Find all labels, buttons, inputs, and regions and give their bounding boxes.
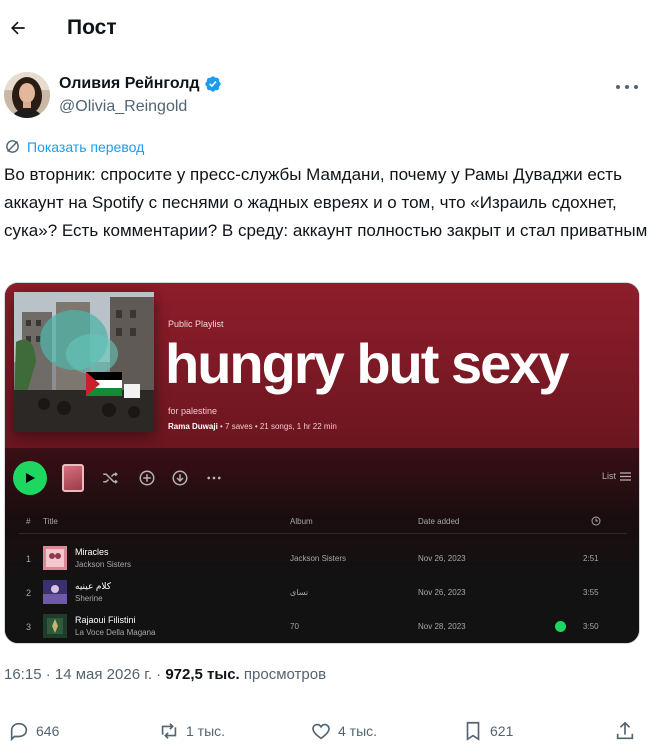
track-artist[interactable]: La Voce Della Magana [75, 628, 156, 637]
track-album[interactable]: Jackson Sisters [290, 554, 346, 563]
author-handle[interactable]: @Olivia_Reingold [59, 98, 187, 116]
more-dot [625, 85, 629, 89]
track-title: Rajaoui Filistini [75, 615, 136, 625]
playlist-title: hungry but sexy [165, 332, 570, 395]
track-artist[interactable]: Sherine [75, 594, 103, 603]
like-count: 4 тыс. [338, 723, 378, 739]
column-title: Title [43, 517, 58, 526]
author-name[interactable]: Оливия Рейнголд [59, 75, 200, 93]
share-button[interactable] [614, 720, 636, 742]
track-title: Miracles [75, 547, 109, 557]
saved-check-icon[interactable] [555, 621, 566, 632]
arrow-left-icon [11, 21, 25, 35]
heart-icon [312, 723, 330, 740]
verified-badge-icon [204, 76, 221, 92]
clock-icon [591, 516, 601, 526]
shuffle-icon[interactable] [101, 469, 119, 487]
more-options-button[interactable] [616, 80, 638, 94]
page-title: Пост [67, 16, 117, 39]
track-title: كلام عينيه [75, 581, 112, 591]
tweet-media[interactable]: Public Playlist hungry but sexy for pale… [4, 282, 640, 644]
tweet-text: Во вторник: спросите у пресс-службы Мамд… [4, 165, 648, 240]
playlist-controls: List [13, 461, 633, 497]
tweet-timestamp-row: 16:15 · 14 мая 2026 г. · 972,5 тыс. прос… [4, 666, 326, 683]
reply-button[interactable]: 646 [8, 720, 59, 742]
column-date-added: Date added [418, 517, 460, 526]
track-number: 1 [26, 554, 32, 564]
track-artist[interactable]: Jackson Sisters [75, 560, 131, 569]
playlist-meta: Rama Duwaji • 7 saves • 21 songs, 1 hr 2… [168, 422, 337, 431]
track-duration: 3:50 [583, 622, 599, 631]
list-icon [620, 471, 631, 481]
reply-count: 646 [36, 723, 60, 739]
more-dot [634, 85, 638, 89]
track-date-added: Nov 28, 2023 [418, 622, 466, 631]
list-view-toggle[interactable]: List [602, 471, 631, 481]
track-artwork [43, 546, 67, 570]
tweet-actions: 646 1 тыс. 4 тыс. 621 [0, 716, 658, 750]
play-button[interactable] [13, 461, 47, 495]
track-row[interactable]: 2 كلام عينيه Sherine نساى Nov 26, 2023 3… [5, 577, 639, 609]
reply-icon [10, 722, 28, 742]
track-artwork [43, 614, 67, 638]
top-bar: Пост [0, 0, 658, 58]
track-artwork [43, 580, 67, 604]
translate-icon [6, 140, 19, 153]
column-album: Album [290, 517, 313, 526]
show-translation-label: Показать перевод [27, 138, 145, 155]
playlist-description: for palestine [168, 406, 218, 416]
back-button[interactable] [4, 14, 32, 42]
track-table-header: # Title Album Date added [5, 513, 639, 531]
track-number: 3 [26, 622, 32, 632]
add-icon[interactable] [138, 469, 156, 487]
more-dot [616, 85, 620, 89]
avatar[interactable] [4, 72, 50, 118]
bookmark-count: 621 [490, 723, 514, 739]
repost-icon [161, 723, 177, 739]
like-button[interactable]: 4 тыс. [310, 720, 377, 742]
author-name-row: Оливия Рейнголд [59, 75, 222, 93]
author-row: Оливия Рейнголд @Olivia_Reingold [4, 72, 654, 120]
download-icon[interactable] [171, 469, 189, 487]
track-number: 2 [26, 588, 32, 598]
track-album[interactable]: 70 [290, 622, 299, 631]
track-row[interactable]: 3 Rajaoui Filistini La Voce Della Magana… [5, 611, 639, 643]
column-number: # [26, 517, 31, 526]
share-icon [616, 721, 634, 740]
view-count: 972,5 тыс. [165, 666, 240, 683]
track-date-added: Nov 26, 2023 [418, 554, 466, 563]
repost-button[interactable]: 1 тыс. [158, 720, 225, 742]
playlist-owner: Rama Duwaji [168, 422, 218, 431]
views-label: просмотров [239, 666, 327, 683]
playlist-type: Public Playlist [168, 319, 224, 329]
bookmark-button[interactable]: 621 [462, 720, 513, 742]
track-album[interactable]: نساى [290, 588, 308, 597]
track-row[interactable]: 1 Miracles Jackson Sisters Jackson Siste… [5, 543, 639, 575]
bookmark-icon [466, 721, 480, 741]
more-options-icon[interactable] [205, 469, 223, 487]
play-icon [26, 473, 35, 483]
tweet-timestamp[interactable]: 16:15 · 14 мая 2026 г. · [4, 666, 165, 683]
playlist-stats: • 7 saves • 21 songs, 1 hr 22 min [217, 422, 337, 431]
list-view-label: List [601, 471, 616, 481]
track-date-added: Nov 26, 2023 [418, 588, 466, 597]
playlist-mini-cover[interactable] [62, 464, 84, 492]
table-divider [19, 533, 627, 534]
playlist-cover-image [14, 292, 154, 432]
repost-count: 1 тыс. [186, 723, 226, 739]
playlist-header: Public Playlist hungry but sexy for pale… [5, 283, 639, 448]
track-duration: 2:51 [583, 554, 599, 563]
track-duration: 3:55 [583, 588, 599, 597]
show-translation-link[interactable]: Показать перевод [4, 138, 144, 155]
